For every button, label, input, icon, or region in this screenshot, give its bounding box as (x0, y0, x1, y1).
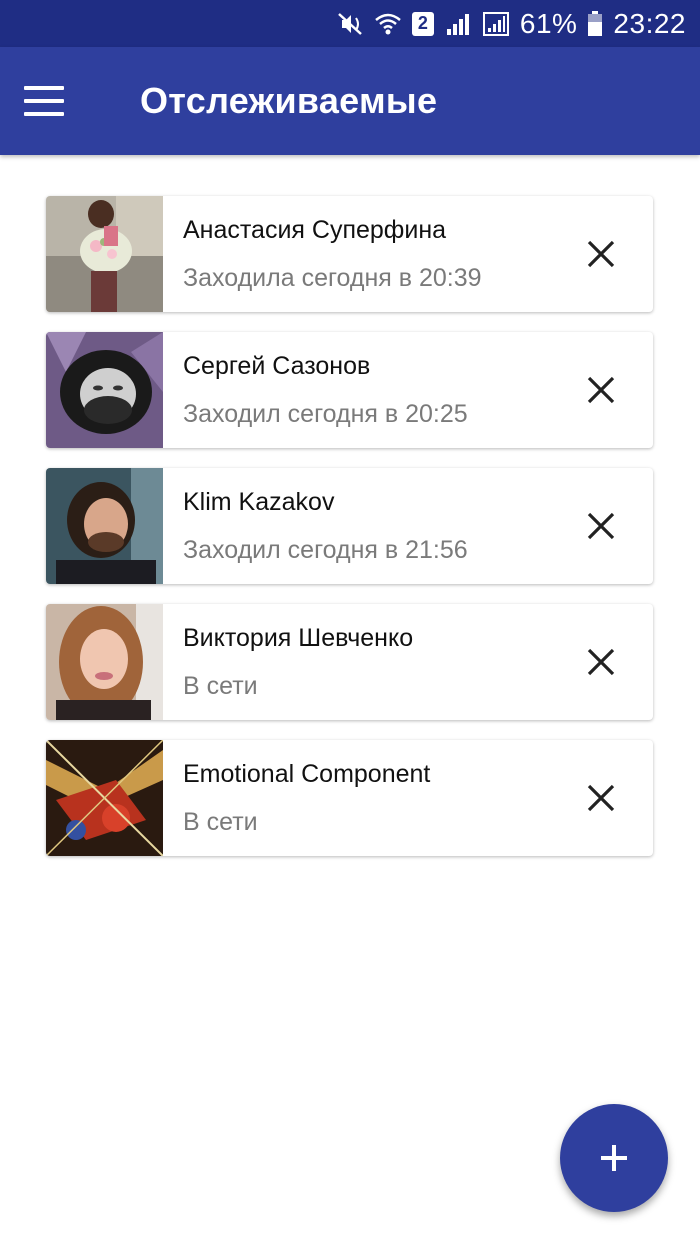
sim-2-icon: 2 (411, 11, 434, 36)
page-title: Отслеживаемые (140, 80, 438, 121)
contact-status: В сети (183, 808, 258, 836)
remove-button[interactable] (561, 604, 641, 720)
hamburger-menu-icon[interactable] (24, 86, 68, 116)
close-icon (587, 512, 615, 540)
signal-icon (446, 13, 469, 35)
battery-icon (588, 10, 603, 36)
remove-button[interactable] (561, 740, 641, 856)
status-icons: 2 61% 23:22 (336, 8, 686, 40)
contact-card[interactable]: Виктория Шевченко В сети (46, 604, 653, 720)
mute-icon (338, 12, 362, 35)
contact-info: Виктория Шевченко В сети (163, 604, 561, 720)
plus-icon (601, 1145, 627, 1171)
add-contact-button[interactable] (560, 1104, 668, 1212)
contact-status: Заходил сегодня в 20:25 (183, 400, 468, 428)
contact-name: Виктория Шевченко (183, 624, 414, 652)
contact-card[interactable]: Emotional Component В сети (46, 740, 653, 856)
signal-icon (482, 11, 509, 36)
contact-card[interactable]: Сергей Сазонов Заходил сегодня в 20:25 (46, 332, 653, 448)
status-bar: 2 61% 23:22 (0, 0, 700, 47)
contact-status: Заходила сегодня в 20:39 (183, 264, 482, 292)
remove-button[interactable] (561, 196, 641, 312)
avatar (46, 196, 163, 312)
avatar (46, 332, 163, 448)
avatar (46, 468, 163, 584)
contact-name: Klim Kazakov (183, 488, 335, 516)
contact-status: Заходил сегодня в 21:56 (183, 536, 468, 564)
wifi-icon (375, 13, 401, 34)
close-icon (587, 648, 615, 676)
battery-percent: 61% (519, 7, 578, 39)
avatar (46, 740, 163, 856)
contact-status: В сети (183, 672, 258, 700)
contact-info: Анастасия Суперфина Заходила сегодня в 2… (163, 196, 561, 312)
clock: 23:22 (613, 7, 686, 39)
contact-card[interactable]: Анастасия Суперфина Заходила сегодня в 2… (46, 196, 653, 312)
tracked-contacts-list: Анастасия Суперфина Заходила сегодня в 2… (46, 196, 653, 876)
remove-button[interactable] (561, 468, 641, 584)
close-icon (587, 240, 615, 268)
close-icon (587, 376, 615, 404)
avatar (46, 604, 163, 720)
contact-card[interactable]: Klim Kazakov Заходил сегодня в 21:56 (46, 468, 653, 584)
contact-name: Emotional Component (183, 760, 431, 788)
close-icon (587, 784, 615, 812)
contact-info: Сергей Сазонов Заходил сегодня в 20:25 (163, 332, 561, 448)
contact-info: Emotional Component В сети (163, 740, 561, 856)
contact-info: Klim Kazakov Заходил сегодня в 21:56 (163, 468, 561, 584)
contact-name: Сергей Сазонов (183, 352, 371, 380)
contact-name: Анастасия Суперфина (183, 216, 447, 244)
remove-button[interactable] (561, 332, 641, 448)
app-bar: Отслеживаемые (0, 47, 700, 155)
